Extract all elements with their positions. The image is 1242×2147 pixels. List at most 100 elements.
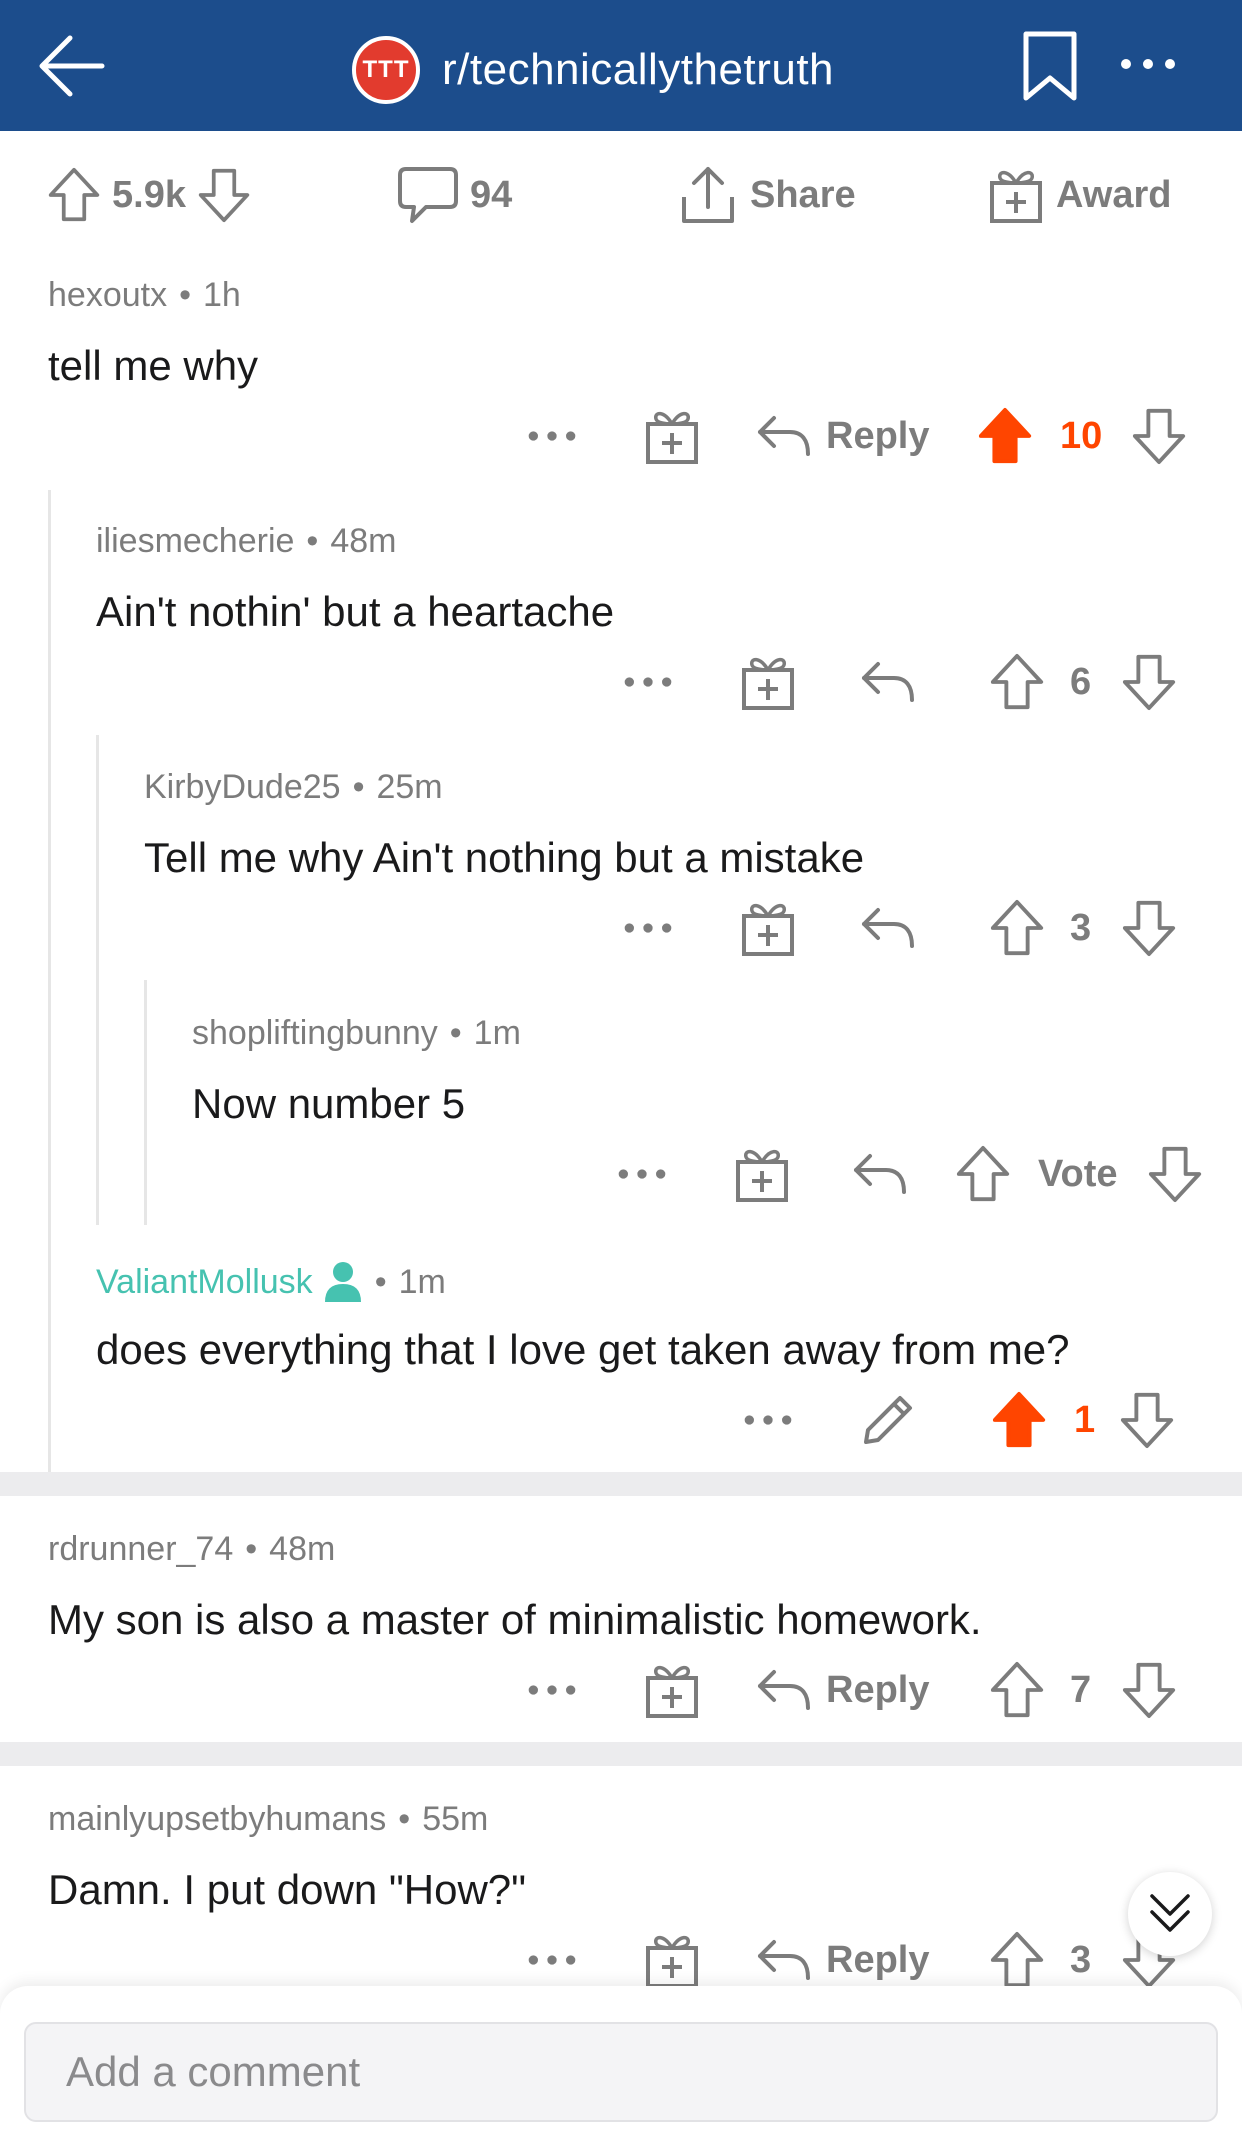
reply-button[interactable]: Reply (754, 404, 929, 468)
more-dots-icon (620, 918, 676, 938)
comment-actions: Reply 3 (0, 1928, 1242, 1992)
reply-button[interactable] (858, 896, 918, 960)
user-person-icon (324, 1262, 361, 1302)
upvote-button[interactable] (988, 1928, 1046, 1992)
pencil-icon (858, 1390, 918, 1450)
more-options-icon[interactable] (1116, 44, 1180, 84)
comment-score: 6 (1070, 660, 1092, 703)
gift-icon (642, 1930, 702, 1990)
downvote-icon[interactable] (196, 163, 252, 227)
upvote-button[interactable] (988, 650, 1046, 714)
more-button[interactable] (614, 1142, 670, 1206)
comment-author[interactable]: iliesmecherie (96, 522, 294, 561)
upvote-icon[interactable] (46, 163, 102, 227)
comment-meta: mainlyupsetbyhumans • 55m (48, 1800, 489, 1839)
comment-age: 48m (330, 522, 397, 560)
downvote-icon (1120, 1658, 1178, 1722)
comment-actions: 3 (0, 896, 1242, 960)
double-chevron-down-icon (1150, 1894, 1190, 1932)
comment-age: 48m (269, 1530, 336, 1568)
share-label: Share (750, 173, 856, 216)
bookmark-icon[interactable] (1020, 30, 1080, 102)
award-button[interactable] (642, 404, 702, 468)
comment-count: 94 (470, 173, 513, 216)
more-button[interactable] (524, 1928, 580, 1992)
reply-icon (754, 1930, 814, 1990)
more-button[interactable] (524, 1658, 580, 1722)
upvote-button[interactable] (976, 404, 1034, 468)
more-button[interactable] (740, 1388, 796, 1452)
comment-separator (0, 1472, 1242, 1496)
comment-score: 1 (1074, 1398, 1096, 1441)
downvote-button[interactable] (1118, 1388, 1176, 1452)
downvote-button[interactable] (1130, 404, 1188, 468)
downvote-button[interactable] (1120, 1658, 1178, 1722)
subreddit-avatar: TTT (352, 36, 420, 104)
downvote-icon (1120, 650, 1178, 714)
gift-icon (738, 652, 798, 712)
upvote-icon (988, 650, 1046, 714)
downvote-icon (1118, 1388, 1176, 1452)
comment-author[interactable]: KirbyDude25 (144, 768, 341, 807)
comment-actions: 6 (0, 650, 1242, 714)
back-arrow-icon[interactable] (34, 30, 106, 102)
award-button[interactable]: Award (986, 161, 1181, 229)
comment-age: 55m (422, 1800, 489, 1838)
more-button[interactable] (620, 896, 676, 960)
comment-author[interactable]: hexoutx (48, 276, 167, 315)
more-button[interactable] (620, 650, 676, 714)
comment-body: tell me why (48, 342, 259, 389)
upvote-button[interactable] (990, 1388, 1048, 1452)
comment-meta: iliesmecherie • 48m (96, 522, 397, 561)
more-dots-icon (614, 1164, 670, 1184)
upvote-button[interactable] (954, 1142, 1012, 1206)
downvote-button[interactable] (1120, 650, 1178, 714)
comment-actions: Reply 7 (0, 1658, 1242, 1722)
reply-button[interactable]: Reply (754, 1658, 929, 1722)
award-button[interactable] (738, 650, 798, 714)
upvote-button[interactable] (988, 896, 1046, 960)
comment-author[interactable]: rdrunner_74 (48, 1530, 233, 1569)
comment-body: Now number 5 (192, 1080, 466, 1127)
upvote-icon (988, 896, 1046, 960)
downvote-icon (1130, 404, 1188, 468)
vote-label: Vote (1038, 1152, 1118, 1195)
comment-meta: KirbyDude25 • 25m (144, 768, 443, 807)
comment-body: Damn. I put down "How?" (48, 1866, 527, 1913)
reply-icon (858, 898, 918, 958)
share-icon (682, 167, 734, 223)
share-button[interactable]: Share (676, 161, 866, 229)
downvote-button[interactable] (1146, 1142, 1204, 1206)
comment-author[interactable]: mainlyupsetbyhumans (48, 1800, 386, 1839)
comment-age: 1h (203, 276, 241, 314)
upvote-icon (988, 1928, 1046, 1992)
comment-separator (0, 1742, 1242, 1766)
comment-meta: rdrunner_74 • 48m (48, 1530, 336, 1569)
thread-line (48, 490, 51, 1472)
award-button[interactable] (738, 896, 798, 960)
gift-icon (642, 406, 702, 466)
reply-icon (850, 1144, 910, 1204)
subreddit-header[interactable]: TTT r/technicallythetruth (352, 36, 835, 104)
top-nav-bar: TTT r/technicallythetruth (0, 0, 1242, 131)
comments-button[interactable]: 94 (396, 161, 522, 229)
reply-button[interactable]: Reply (754, 1928, 929, 1992)
next-comment-button[interactable] (1128, 1872, 1212, 1956)
comment-body: does everything that I love get taken aw… (96, 1326, 1070, 1373)
comment-author[interactable]: shopliftingbunny (192, 1014, 438, 1053)
more-dots-icon (620, 672, 676, 692)
award-button[interactable] (642, 1928, 702, 1992)
comment-author[interactable]: ValiantMollusk (96, 1263, 313, 1302)
reply-button[interactable] (858, 650, 918, 714)
upvote-button[interactable] (988, 1658, 1046, 1722)
comment-body: My son is also a master of minimalistic … (48, 1596, 982, 1643)
add-comment-input[interactable] (24, 2022, 1218, 2122)
downvote-button[interactable] (1120, 896, 1178, 960)
more-button[interactable] (524, 404, 580, 468)
award-button[interactable] (732, 1142, 792, 1206)
subreddit-name: r/technicallythetruth (442, 45, 835, 94)
edit-button[interactable] (858, 1388, 918, 1452)
award-button[interactable] (642, 1658, 702, 1722)
comment-age: 1m (398, 1262, 446, 1301)
reply-button[interactable] (850, 1142, 910, 1206)
